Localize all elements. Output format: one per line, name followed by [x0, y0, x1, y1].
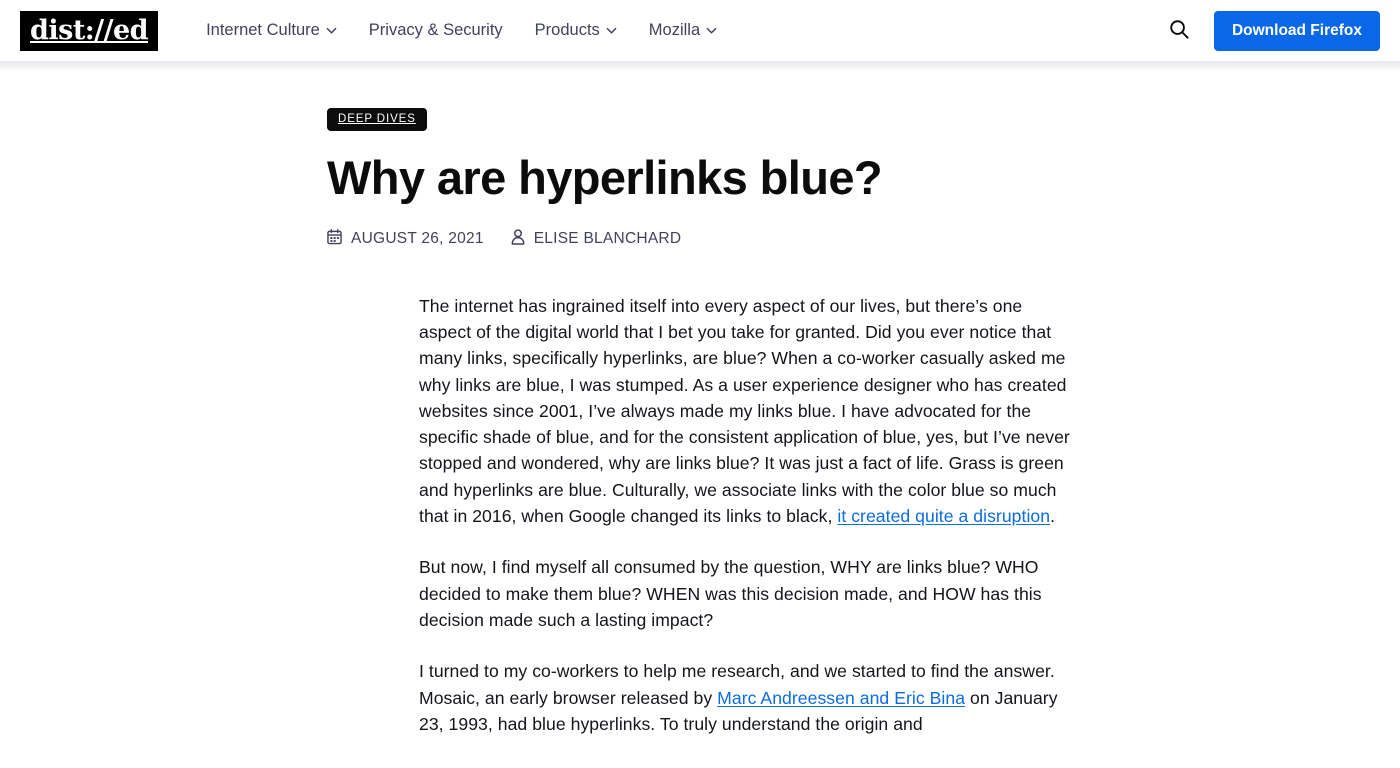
nav-item-products[interactable]: Products — [519, 14, 633, 47]
calendar-icon — [327, 229, 342, 249]
search-button[interactable] — [1164, 15, 1196, 47]
chevron-down-icon — [706, 25, 717, 36]
article-page: DEEP DIVES Why are hyperlinks blue? AUGU… — [0, 62, 1400, 737]
article-paragraph: The internet has ingrained itself into e… — [419, 295, 1070, 527]
article-body: The internet has ingrained itself into e… — [0, 293, 1400, 737]
site-header: dist://ed Internet Culture Privacy & Sec… — [0, 0, 1400, 72]
nav-item-internet-culture[interactable]: Internet Culture — [190, 14, 353, 47]
author: ELISE BLANCHARD — [511, 229, 682, 249]
publish-date-label: AUGUST 26, 2021 — [351, 230, 484, 248]
search-icon — [1168, 18, 1191, 44]
chevron-down-icon — [326, 25, 337, 36]
article-header: DEEP DIVES Why are hyperlinks blue? AUGU… — [0, 108, 1400, 249]
nav-item-label: Privacy & Security — [368, 21, 503, 40]
inline-link[interactable]: it created quite a disruption — [837, 506, 1050, 526]
publish-date: AUGUST 26, 2021 — [327, 229, 484, 249]
download-firefox-button[interactable]: Download Firefox — [1213, 10, 1380, 51]
article-paragraph: I turned to my co-workers to help me res… — [419, 661, 1058, 734]
nav-item-label: Products — [534, 21, 600, 40]
site-logo[interactable]: dist://ed — [20, 10, 159, 51]
nav-item-mozilla[interactable]: Mozilla — [633, 14, 733, 47]
nav-item-label: Internet Culture — [206, 21, 320, 40]
page-title: Why are hyperlinks blue? — [327, 150, 883, 204]
article-paragraph: But now, I find myself all consumed by t… — [419, 557, 1042, 630]
author-label: ELISE BLANCHARD — [533, 230, 682, 248]
header-actions: Download Firefox — [1164, 10, 1380, 51]
chevron-down-icon — [606, 25, 617, 36]
person-icon — [511, 229, 525, 249]
article-meta: AUGUST 26, 2021 ELISE BLANCHARD — [327, 229, 1360, 249]
nav-item-privacy-security[interactable]: Privacy & Security — [353, 14, 519, 47]
category-badge[interactable]: DEEP DIVES — [327, 108, 427, 131]
nav-item-label: Mozilla — [648, 21, 701, 40]
inline-link[interactable]: Marc Andreessen and Eric Bina — [717, 688, 965, 708]
main-navigation: Internet Culture Privacy & Security Prod… — [190, 14, 733, 47]
